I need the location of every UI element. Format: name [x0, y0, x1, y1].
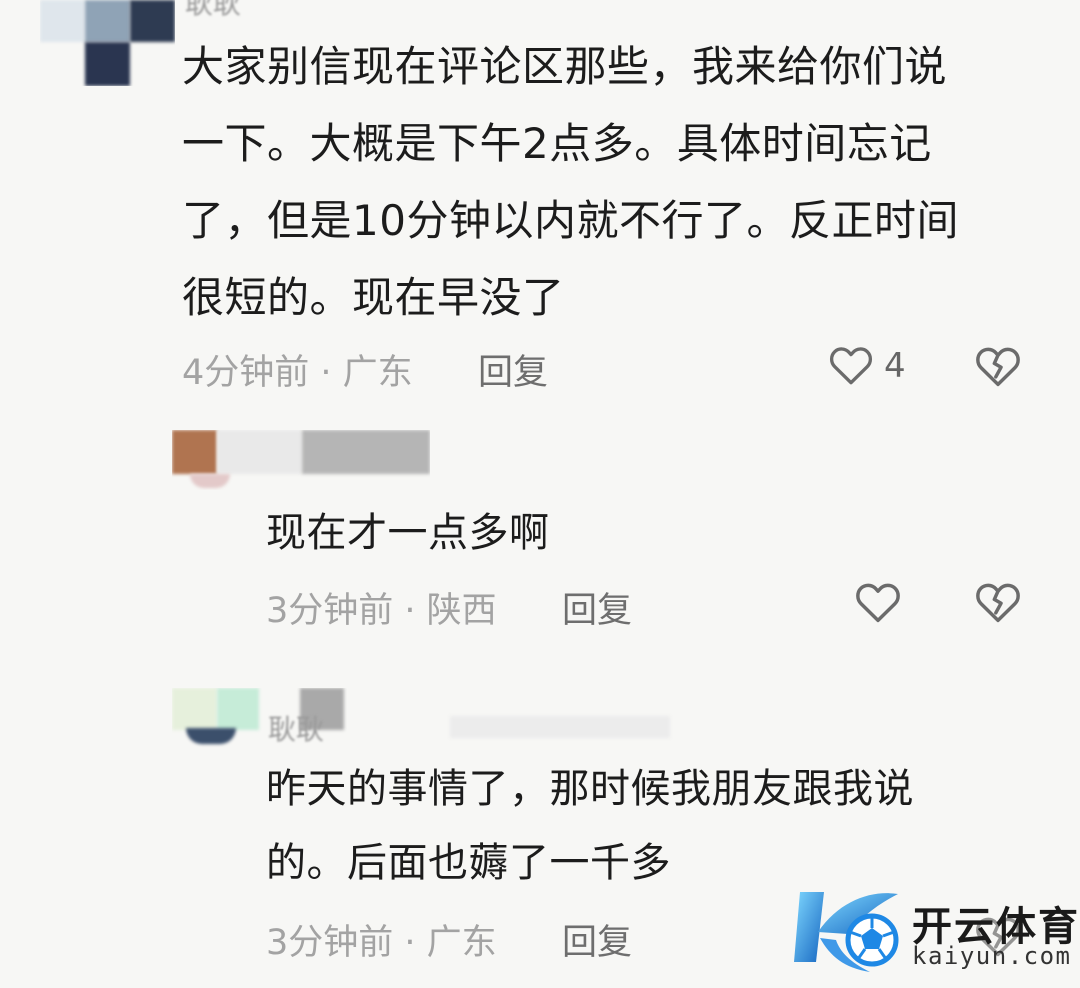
dislike-button[interactable]: [972, 576, 1024, 628]
dislike-button[interactable]: [972, 340, 1024, 392]
broken-heart-icon: [976, 347, 1020, 387]
avatar[interactable]: [172, 430, 430, 490]
reply-meta: 3分钟前 · 广东: [266, 923, 497, 963]
reply-text: 昨天的事情了，那时候我朋友跟我说 的。后面也薅了一千多: [266, 752, 914, 900]
comment-line: 很短的。现在早没了: [182, 273, 565, 322]
comment-line: 了，但是10分钟以内就不行了。反正时间: [182, 196, 959, 245]
reply-line: 昨天的事情了，那时候我朋友跟我说: [266, 766, 914, 812]
like-button[interactable]: [852, 576, 904, 628]
username[interactable]: 耿耿: [185, 0, 241, 22]
comment-thread: 耿耿 大家别信现在评论区那些，我来给你们说 一下。大概是下午2点多。具体时间忘记…: [0, 0, 1080, 988]
username[interactable]: 耿耿: [268, 708, 324, 748]
like-button[interactable]: [826, 340, 876, 390]
reply-button[interactable]: 回复: [562, 914, 632, 965]
reply-button[interactable]: 回复: [562, 582, 632, 633]
heart-outline-icon: [856, 583, 900, 623]
broken-heart-icon: [976, 583, 1020, 623]
comment-line: 一下。大概是下午2点多。具体时间忘记: [182, 119, 932, 168]
heart-outline-icon: [829, 347, 873, 385]
reply-text: 现在才一点多啊: [266, 510, 550, 556]
avatar[interactable]: [40, 0, 175, 86]
comment-text: 大家别信现在评论区那些，我来给你们说 一下。大概是下午2点多。具体时间忘记 了，…: [182, 28, 959, 336]
like-count: 4: [884, 346, 906, 386]
comment-meta: 4分钟前 · 广东: [182, 353, 413, 393]
reply-button[interactable]: 回复: [478, 344, 548, 395]
watermark-subtitle: kaiyun.com: [912, 942, 1072, 970]
kaiyun-logo-icon: [794, 892, 899, 972]
watermark: 开云体育 kaiyun.com: [790, 882, 1080, 982]
reply-meta: 3分钟前 · 陕西: [266, 591, 497, 631]
comment-line: 大家别信现在评论区那些，我来给你们说: [182, 42, 948, 91]
reply-target: [450, 716, 670, 738]
